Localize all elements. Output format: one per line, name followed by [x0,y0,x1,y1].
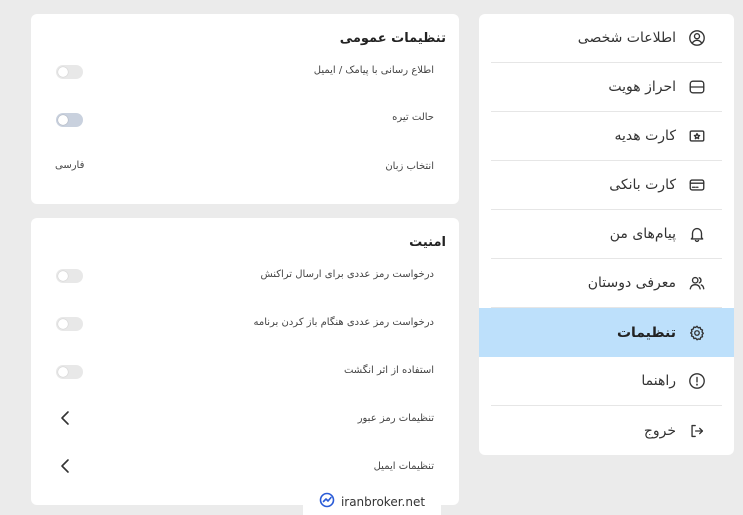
sidebar-item-label: پیام‌های من [609,226,676,242]
general-settings-title: تنظیمات عمومی [339,31,446,46]
iranbroker-watermark: iranbroker.net [303,488,441,515]
toggle-knob [58,271,68,281]
gift-card-icon [687,126,707,146]
user-circle-icon [687,28,707,48]
sidebar-item-label: احراز هویت [608,79,676,95]
sidebar-item-verification[interactable]: احراز هویت [491,63,722,112]
sidebar-item-label: تنظیمات [616,324,676,341]
sidebar-item-bank-card[interactable]: کارت بانکی [491,161,722,210]
toggle-knob [58,115,68,125]
gear-icon [687,323,707,343]
sidebar-item-referral[interactable]: معرفی دوستان [491,259,722,308]
fingerprint-label: استفاده از اثر انگشت [343,365,434,376]
sms-email-notification-toggle[interactable] [56,65,83,79]
sidebar-item-settings[interactable]: تنظیمات [479,308,734,357]
watermark-text: iranbroker.net [340,494,426,509]
sidebar-item-messages[interactable]: پیام‌های من [491,210,722,259]
logout-icon [687,421,707,441]
sidebar-item-label: معرفی دوستان [587,275,676,291]
toggle-knob [58,319,68,329]
pin-transaction-toggle[interactable] [56,269,83,283]
toggle-knob [58,367,68,377]
fingerprint-toggle[interactable] [56,365,83,379]
email-settings-label: تنظیمات ایمیل [373,461,434,472]
security-settings-card: امنیت درخواست رمز عددی برای ارسال تراکنش… [31,218,459,505]
sms-email-notification-label: اطلاع رسانی با پیامک / ایمیل [313,65,434,76]
email-settings-chevron-icon[interactable] [59,458,71,474]
sidebar-item-label: اطلاعات شخصی [577,30,676,46]
language-select-value[interactable]: فارسی [55,160,84,171]
bank-card-icon [687,175,707,195]
security-settings-title: امنیت [409,235,446,250]
sidebar-item-label: راهنما [641,373,676,389]
sidebar-item-label: کارت هدیه [614,128,676,144]
id-card-icon [687,77,707,97]
pin-transaction-label: درخواست رمز عددی برای ارسال تراکنش [260,269,434,280]
general-settings-card: تنظیمات عمومی اطلاع رسانی با پیامک / ایم… [31,14,459,204]
pin-open-app-label: درخواست رمز عددی هنگام باز کردن برنامه [253,317,434,328]
password-settings-label: تنظیمات رمز عبور [357,413,434,424]
sidebar-item-gift-card[interactable]: کارت هدیه [491,112,722,161]
toggle-knob [58,67,68,77]
sidebar-item-profile[interactable]: اطلاعات شخصی [491,14,722,63]
language-select-label: انتخاب زبان [385,161,434,172]
dark-mode-toggle[interactable] [56,113,83,127]
password-settings-chevron-icon[interactable] [59,410,71,426]
sidebar-item-help[interactable]: راهنما [491,357,722,406]
bell-icon [687,224,707,244]
info-icon [687,371,707,391]
sidebar-item-logout[interactable]: خروج [491,406,722,455]
iranbroker-logo-icon [319,492,335,511]
sidebar-item-label: خروج [643,422,676,439]
dark-mode-label: حالت تیره [392,112,434,123]
pin-open-app-toggle[interactable] [56,317,83,331]
sidebar-item-label: کارت بانکی [609,177,676,193]
users-icon [687,273,707,293]
settings-sidebar: اطلاعات شخصی احراز هویت کارت هدیه کارت ب… [479,14,734,455]
